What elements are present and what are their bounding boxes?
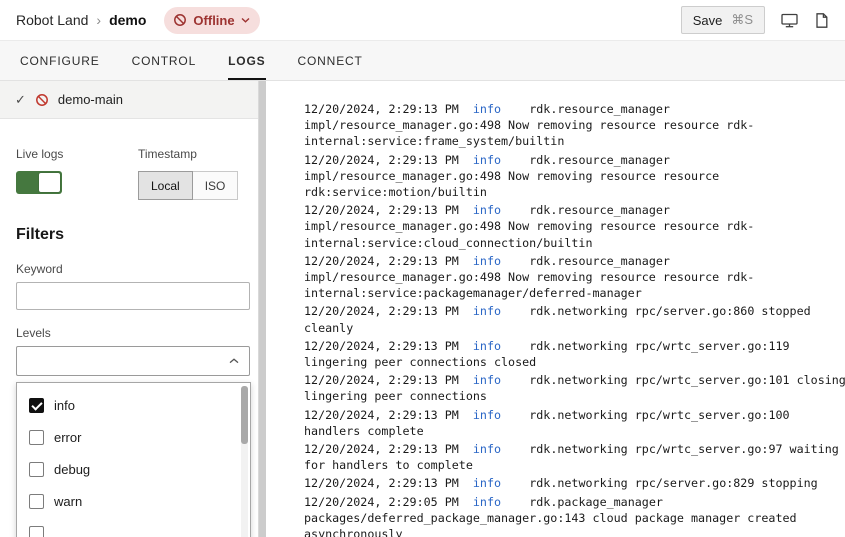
log-entry: 12/20/2024, 2:29:13 PM info rdk.networki… — [304, 303, 845, 335]
levels-option-label: info — [54, 398, 75, 413]
timestamp-segmented: LocalISO — [138, 171, 238, 200]
part-name: demo-main — [58, 92, 123, 107]
log-entry: 12/20/2024, 2:29:13 PM info rdk.networki… — [304, 441, 845, 473]
log-level-link[interactable]: info — [473, 476, 501, 490]
chevron-up-icon — [229, 358, 239, 364]
part-row-demo-main[interactable]: ✓ demo-main — [0, 81, 258, 119]
log-timestamp: 12/20/2024, 2:29:13 PM — [304, 203, 459, 217]
log-level-link[interactable]: info — [473, 254, 501, 268]
log-area: 12/20/2024, 2:29:13 PM info rdk.resource… — [266, 81, 845, 537]
log-entry: 12/20/2024, 2:29:13 PM info rdk.resource… — [304, 152, 845, 201]
breadcrumb-machine: demo — [109, 12, 146, 28]
top-bar-actions: Save ⌘S — [681, 6, 829, 34]
save-shortcut: ⌘S — [731, 12, 753, 28]
toggle-knob — [39, 173, 60, 192]
tab-connect[interactable]: CONNECT — [298, 41, 363, 80]
timestamp-label: Timestamp — [138, 147, 238, 161]
log-level-link[interactable]: info — [473, 304, 501, 318]
tab-configure[interactable]: CONFIGURE — [20, 41, 100, 80]
log-entry: 12/20/2024, 2:29:13 PM info rdk.resource… — [304, 101, 845, 150]
keyword-input[interactable] — [16, 282, 250, 310]
machine-status-dropdown[interactable]: Offline — [164, 7, 259, 34]
levels-option-list: info error debug warn — [17, 389, 250, 537]
chevron-down-icon — [241, 17, 250, 23]
breadcrumb: Robot Land › demo — [16, 12, 146, 28]
offline-part-icon — [35, 93, 49, 107]
levels-option-label: debug — [54, 462, 90, 477]
filters-title: Filters — [16, 226, 250, 244]
dropdown-scrollbar[interactable] — [241, 386, 248, 537]
log-entry: 12/20/2024, 2:29:13 PM info rdk.networki… — [304, 407, 845, 439]
levels-option-error[interactable]: error — [17, 421, 250, 453]
timestamp-local-button[interactable]: Local — [138, 171, 193, 200]
offline-icon — [173, 13, 187, 27]
content: ✓ demo-main Live logs — [0, 81, 845, 537]
log-timestamp: 12/20/2024, 2:29:13 PM — [304, 254, 459, 268]
log-timestamp: 12/20/2024, 2:29:13 PM — [304, 408, 459, 422]
save-label: Save — [693, 13, 723, 28]
log-timestamp: 12/20/2024, 2:29:13 PM — [304, 304, 459, 318]
tab-logs[interactable]: LOGS — [228, 41, 265, 80]
log-level-link[interactable]: info — [473, 102, 501, 116]
levels-option-info[interactable]: info — [17, 389, 250, 421]
log-timestamp: 12/20/2024, 2:29:05 PM — [304, 495, 459, 509]
document-icon[interactable] — [814, 12, 829, 29]
checkbox-warn[interactable] — [29, 494, 44, 509]
log-level-link[interactable]: info — [473, 442, 501, 456]
log-entry: 12/20/2024, 2:29:13 PM info rdk.networki… — [304, 475, 845, 491]
log-level-link[interactable]: info — [473, 408, 501, 422]
levels-option-label: warn — [54, 494, 82, 509]
log-entry: 12/20/2024, 2:29:05 PM info rdk.package_… — [304, 494, 845, 537]
sidebar: ✓ demo-main Live logs — [0, 81, 259, 537]
live-logs-label: Live logs — [16, 147, 138, 161]
dropdown-scrollbar-thumb[interactable] — [241, 386, 248, 444]
log-level-link[interactable]: info — [473, 153, 501, 167]
levels-option-partial[interactable] — [17, 517, 250, 537]
tab-bar: CONFIGURE CONTROL LOGS CONNECT — [0, 41, 845, 81]
checkbox-debug[interactable] — [29, 462, 44, 477]
log-entry: 12/20/2024, 2:29:13 PM info rdk.resource… — [304, 202, 845, 251]
log-level-link[interactable]: info — [473, 203, 501, 217]
log-timestamp: 12/20/2024, 2:29:13 PM — [304, 476, 459, 490]
app-window: Robot Land › demo Offline Save ⌘S — [0, 0, 845, 537]
live-logs-toggle[interactable] — [16, 171, 62, 194]
log-timestamp: 12/20/2024, 2:29:13 PM — [304, 373, 459, 387]
log-timestamp: 12/20/2024, 2:29:13 PM — [304, 102, 459, 116]
sidebar-controls: Live logs Timestamp LocalISO Filters Key… — [0, 147, 258, 537]
tab-control[interactable]: CONTROL — [132, 41, 197, 80]
top-bar: Robot Land › demo Offline Save ⌘S — [0, 0, 845, 41]
levels-select[interactable] — [16, 346, 250, 376]
check-icon: ✓ — [15, 93, 26, 106]
levels-option-debug[interactable]: debug — [17, 453, 250, 485]
log-scrollbar[interactable] — [259, 81, 266, 537]
breadcrumb-separator: › — [96, 12, 101, 28]
log-level-link[interactable]: info — [473, 373, 501, 387]
checkbox-partial[interactable] — [29, 526, 44, 537]
log-timestamp: 12/20/2024, 2:29:13 PM — [304, 442, 459, 456]
log-level-link[interactable]: info — [473, 495, 501, 509]
log-list: 12/20/2024, 2:29:13 PM info rdk.resource… — [304, 101, 845, 537]
log-message: rdk.networking rpc/server.go:829 stoppin… — [529, 476, 818, 490]
log-entry: 12/20/2024, 2:29:13 PM info rdk.resource… — [304, 253, 845, 302]
keyword-label: Keyword — [16, 262, 250, 276]
log-scrollbar-thumb[interactable] — [259, 81, 266, 537]
log-level-link[interactable]: info — [473, 339, 501, 353]
levels-dropdown: info error debug warn — [16, 382, 251, 537]
timestamp-iso-button[interactable]: ISO — [193, 171, 239, 200]
levels-label: Levels — [16, 326, 250, 340]
log-timestamp: 12/20/2024, 2:29:13 PM — [304, 153, 459, 167]
status-label: Offline — [193, 13, 234, 28]
monitor-icon[interactable] — [780, 12, 799, 29]
breadcrumb-org[interactable]: Robot Land — [16, 12, 88, 28]
log-entry: 12/20/2024, 2:29:13 PM info rdk.networki… — [304, 338, 845, 370]
checkbox-info[interactable] — [29, 398, 44, 413]
log-pane: 12/20/2024, 2:29:13 PM info rdk.resource… — [259, 81, 845, 537]
checkbox-error[interactable] — [29, 430, 44, 445]
levels-option-label: error — [54, 430, 81, 445]
levels-option-warn[interactable]: warn — [17, 485, 250, 517]
save-button[interactable]: Save ⌘S — [681, 6, 765, 34]
log-timestamp: 12/20/2024, 2:29:13 PM — [304, 339, 459, 353]
log-entry: 12/20/2024, 2:29:13 PM info rdk.networki… — [304, 372, 845, 404]
